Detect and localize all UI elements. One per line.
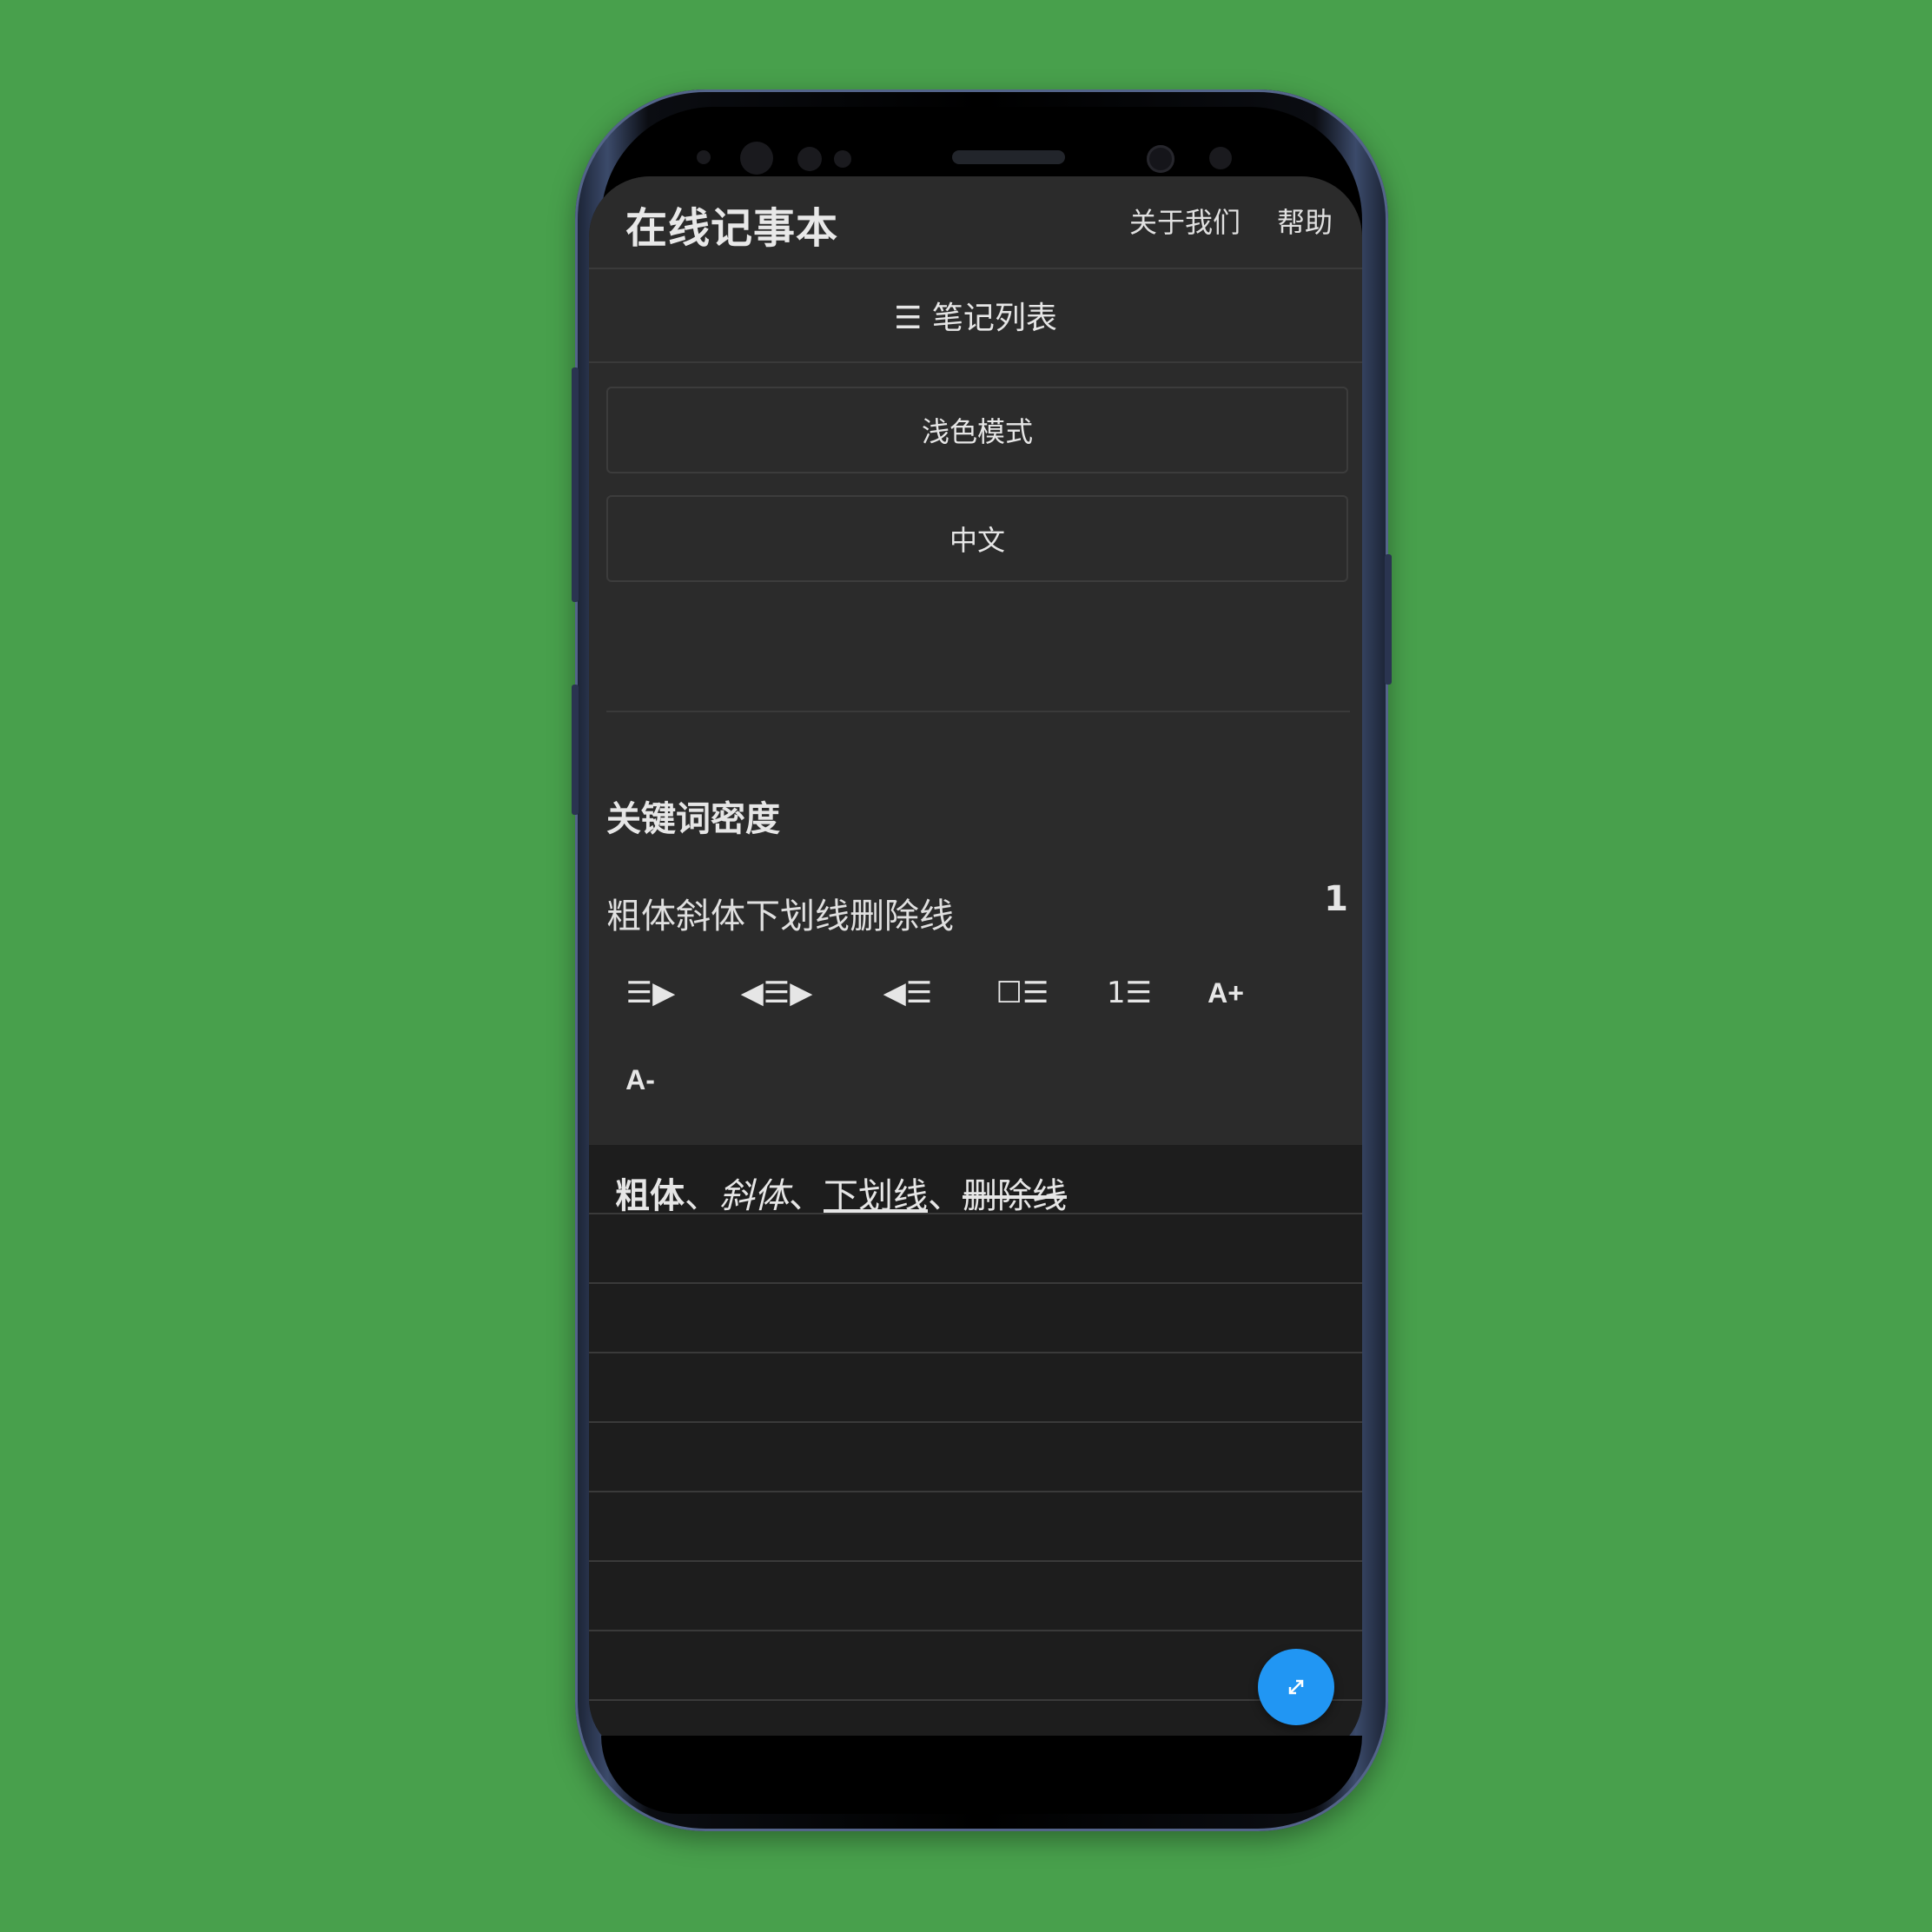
sensor-icon — [1209, 147, 1232, 169]
screen: 在线记事本 关于我们 帮助 ☰ 笔记列表 浅色模式 中文 关键词密度 粗体斜体下… — [589, 176, 1362, 1759]
app-title: 在线记事本 — [625, 204, 839, 253]
align-right-button[interactable]: ☰▶ — [620, 967, 681, 1019]
about-link[interactable]: 关于我们 — [1129, 201, 1241, 241]
strikethrough-text: 删除线 — [963, 1176, 1067, 1216]
font-increase-button[interactable]: A+ — [1204, 967, 1247, 1019]
theme-toggle-button[interactable]: 浅色模式 — [606, 387, 1348, 473]
keyword-density-count: 1 — [1324, 879, 1348, 919]
bixby-button — [572, 685, 579, 815]
separator: 、 — [928, 1176, 963, 1216]
volume-button — [572, 367, 579, 602]
front-camera-icon — [1147, 145, 1174, 173]
align-left-button[interactable]: ◀☰ — [879, 967, 936, 1019]
settings-panel: 浅色模式 中文 关键词密度 粗体斜体下划线删除线 1 ☰▶ ◀☰▶ ◀☰ ☐☰ … — [589, 363, 1362, 1145]
notes-list-button[interactable]: ☰ 笔记列表 — [589, 269, 1362, 363]
keyword-density-title: 关键词密度 — [606, 799, 780, 839]
sensor-icon — [697, 150, 711, 164]
align-center-button[interactable]: ◀☰▶ — [735, 967, 818, 1019]
sensor-icon — [797, 147, 822, 171]
note-editor[interactable]: 粗体、斜体、下划线、删除线 — [589, 1145, 1362, 1759]
expand-arrows-icon — [1288, 1679, 1304, 1695]
speaker-grille — [952, 150, 1065, 164]
fullscreen-button[interactable] — [1258, 1649, 1334, 1725]
language-button[interactable]: 中文 — [606, 495, 1348, 582]
underline-text: 下划线 — [824, 1176, 928, 1216]
numbered-list-button[interactable]: 1☰ — [1105, 967, 1154, 1019]
sensor-icon — [834, 150, 851, 168]
help-link[interactable]: 帮助 — [1277, 201, 1333, 241]
sensor-icon — [740, 142, 773, 175]
separator: 、 — [789, 1176, 824, 1216]
editor-text-line: 粗体、斜体、下划线、删除线 — [615, 1168, 1067, 1218]
bold-text: 粗体 — [615, 1176, 685, 1216]
checklist-button[interactable]: ☐☰ — [992, 967, 1053, 1019]
phone-frame: 在线记事本 关于我们 帮助 ☰ 笔记列表 浅色模式 中文 关键词密度 粗体斜体下… — [572, 89, 1392, 1831]
app-header: 在线记事本 关于我们 帮助 — [589, 176, 1362, 269]
power-button — [1385, 554, 1392, 685]
divider — [606, 711, 1350, 712]
font-decrease-button[interactable]: A- — [620, 1054, 660, 1106]
italic-text: 斜体 — [719, 1176, 789, 1216]
phone-bottom-bezel — [601, 1736, 1362, 1814]
separator: 、 — [685, 1176, 719, 1216]
keyword-density-word: 粗体斜体下划线删除线 — [606, 897, 954, 936]
